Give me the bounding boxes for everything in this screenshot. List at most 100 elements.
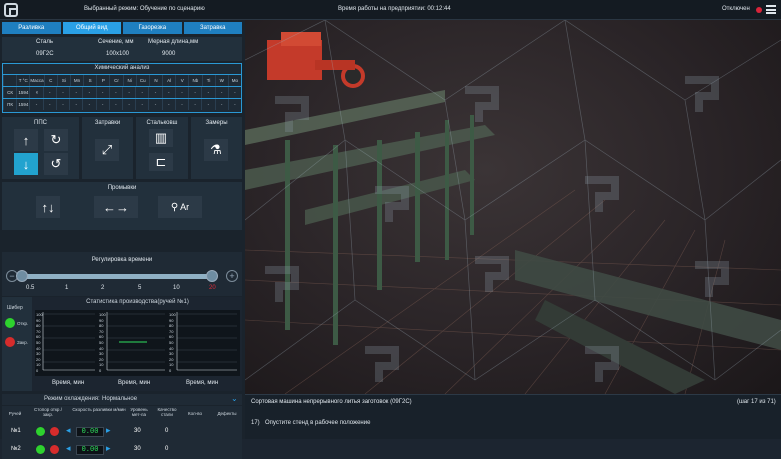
chem-cell: - <box>55 87 69 98</box>
chem-cell: - <box>69 99 82 110</box>
y-tick-label: 30 <box>169 351 174 357</box>
chem-cell: - <box>95 87 109 98</box>
steel-ladle-panel: Стальковш ▥ ⊏ <box>136 117 188 179</box>
chem-cell: - <box>108 99 122 110</box>
gate-open-led-icon[interactable] <box>5 318 15 328</box>
y-tick-label: 90 <box>169 317 174 323</box>
flushing-title: Промывки <box>107 185 137 191</box>
stats-chart-svg <box>42 312 237 371</box>
time-tick-selected: 20 <box>209 285 216 291</box>
chem-title: Химический анализ <box>94 65 150 71</box>
col-header: Скорость разливки м/мин <box>72 407 126 412</box>
scene-illustration <box>245 20 781 394</box>
arrow-down-button[interactable]: ↓ <box>14 153 38 175</box>
stream-name: №1 <box>11 428 21 434</box>
tab-dummy-bar[interactable]: Затравка <box>183 22 242 34</box>
tab-gas-cutting[interactable]: Газорезка <box>123 22 182 34</box>
gate-close-label: Закр. <box>17 340 28 345</box>
chem-cell: - <box>214 87 228 98</box>
chem-header-cell: Si <box>56 75 70 86</box>
instruction-text: Опустите стенд в рабочее положение <box>265 420 371 426</box>
top-bar: Выбранный режим: Обучение по сценарию Вр… <box>0 0 781 20</box>
speed-display: 0.00 <box>76 427 104 437</box>
flask-icon: ⚗ <box>210 142 222 157</box>
y-tick-label: 0 <box>36 368 39 373</box>
up-down-arrows-icon: ↑↓ <box>41 199 55 215</box>
steel-ladle-title: Стальковш <box>146 120 178 126</box>
chem-cell: СК <box>3 87 16 98</box>
col-header: Ручей <box>8 411 22 416</box>
x-axis-label: Время, мин <box>186 380 219 386</box>
dummy-bar-title: Затравки <box>94 120 121 126</box>
y-tick-label: 70 <box>36 328 41 334</box>
stopper-close-icon[interactable] <box>50 427 59 436</box>
hamburger-menu-icon[interactable] <box>766 5 776 14</box>
chem-cell: - <box>135 99 148 110</box>
time-tick: 5 <box>138 285 142 291</box>
chem-header-row: T °C Масса т C Si Mn S P Cr Ni Cu N Al V Nb Ti W Mo <box>3 74 241 95</box>
horizontal-arrows-button[interactable]: ←→ <box>94 196 138 218</box>
stats-chart: 100 90 80 70 60 50 40 30 20 10 0 100 90 80 70 60 50 40 30 2… <box>35 310 240 376</box>
argon-button[interactable]: ⚲ Ar <box>158 196 202 218</box>
stopper-open-icon[interactable] <box>36 427 45 436</box>
stopper-close-icon[interactable] <box>50 445 59 454</box>
time-slider-min-thumb[interactable] <box>16 270 28 282</box>
selected-mode: Выбранный режим: Обучение по сценарию <box>84 6 205 12</box>
speed-decrease-icon[interactable]: ◂ <box>66 443 71 454</box>
chem-cell: - <box>55 99 69 110</box>
metal-level: 30 <box>134 428 141 434</box>
ladle-pour-button[interactable]: ⊏ <box>149 153 173 171</box>
chem-header-cell: Mn <box>69 75 83 86</box>
dummy-bar-icon: ⤢ <box>101 142 113 157</box>
y-tick-label: 80 <box>36 323 41 329</box>
section-label: Сечение, мм <box>98 39 134 45</box>
flask-button[interactable]: ⚗ <box>204 139 228 161</box>
speed-decrease-icon[interactable]: ◂ <box>66 425 71 436</box>
time-tick: 0.5 <box>26 285 35 291</box>
col-header: Стопор откр./закр. <box>34 407 62 417</box>
chem-header-cell: C <box>43 75 57 86</box>
3d-scene-viewport[interactable] <box>245 20 781 394</box>
y-tick-label: 90 <box>36 317 41 323</box>
chem-cell: - <box>188 99 201 110</box>
chem-cell: - <box>42 87 56 98</box>
time-plus-button[interactable]: + <box>226 270 238 282</box>
app-logo-icon <box>4 3 18 17</box>
time-tick: 2 <box>101 285 105 291</box>
ladle-icon: ▥ <box>154 130 168 145</box>
chem-header-cell: N <box>148 75 162 86</box>
chem-cell: - <box>42 99 56 110</box>
vertical-arrows-button[interactable]: ↑↓ <box>36 196 60 218</box>
instruction-number: 17) <box>251 420 260 426</box>
chem-header-cell: Cr <box>109 75 122 86</box>
y-tick-label: 30 <box>36 351 41 357</box>
chevron-down-icon[interactable]: ⌄ <box>231 394 238 403</box>
chem-cell: - <box>174 99 188 110</box>
tab-pouring[interactable]: Разливка <box>2 22 61 34</box>
stopper-open-icon[interactable] <box>36 445 45 454</box>
chem-header-cell: P <box>96 75 109 86</box>
speed-increase-icon[interactable]: ▸ <box>106 425 111 436</box>
ladle-button[interactable]: ▥ <box>149 129 173 147</box>
y-tick-label: 90 <box>99 317 104 323</box>
rotate-button[interactable]: ↻ <box>44 129 68 151</box>
stream-name: №2 <box>11 446 21 452</box>
tab-general-view[interactable]: Общий вид <box>62 22 121 34</box>
chem-header-cell: V <box>175 75 188 86</box>
dummy-bar-button[interactable]: ⤢ <box>95 139 119 161</box>
scenario-info-panel: Сортовая машина непрерывного литья загот… <box>245 394 781 439</box>
gate-open-label: Откр. <box>17 321 29 326</box>
flushing-panel: Промывки ↑↓ ←→ ⚲ Ar <box>2 182 242 230</box>
col-header: Уровень мет-ла <box>130 407 148 417</box>
arrow-up-button[interactable]: ↑ <box>14 129 38 151</box>
status-dot-icon <box>756 7 762 13</box>
time-slider-thumb[interactable] <box>206 270 218 282</box>
y-tick-label: 80 <box>99 323 104 329</box>
speed-increase-icon[interactable]: ▸ <box>106 443 111 454</box>
left-right-arrows-icon: ←→ <box>103 199 129 215</box>
dummy-bar-panel: Затравки ⤢ <box>82 117 133 179</box>
rotate-back-button[interactable]: ↺ <box>44 153 68 175</box>
gate-close-led-icon[interactable] <box>5 337 15 347</box>
y-tick-label: 70 <box>99 328 104 334</box>
chem-cell: - <box>174 87 188 98</box>
